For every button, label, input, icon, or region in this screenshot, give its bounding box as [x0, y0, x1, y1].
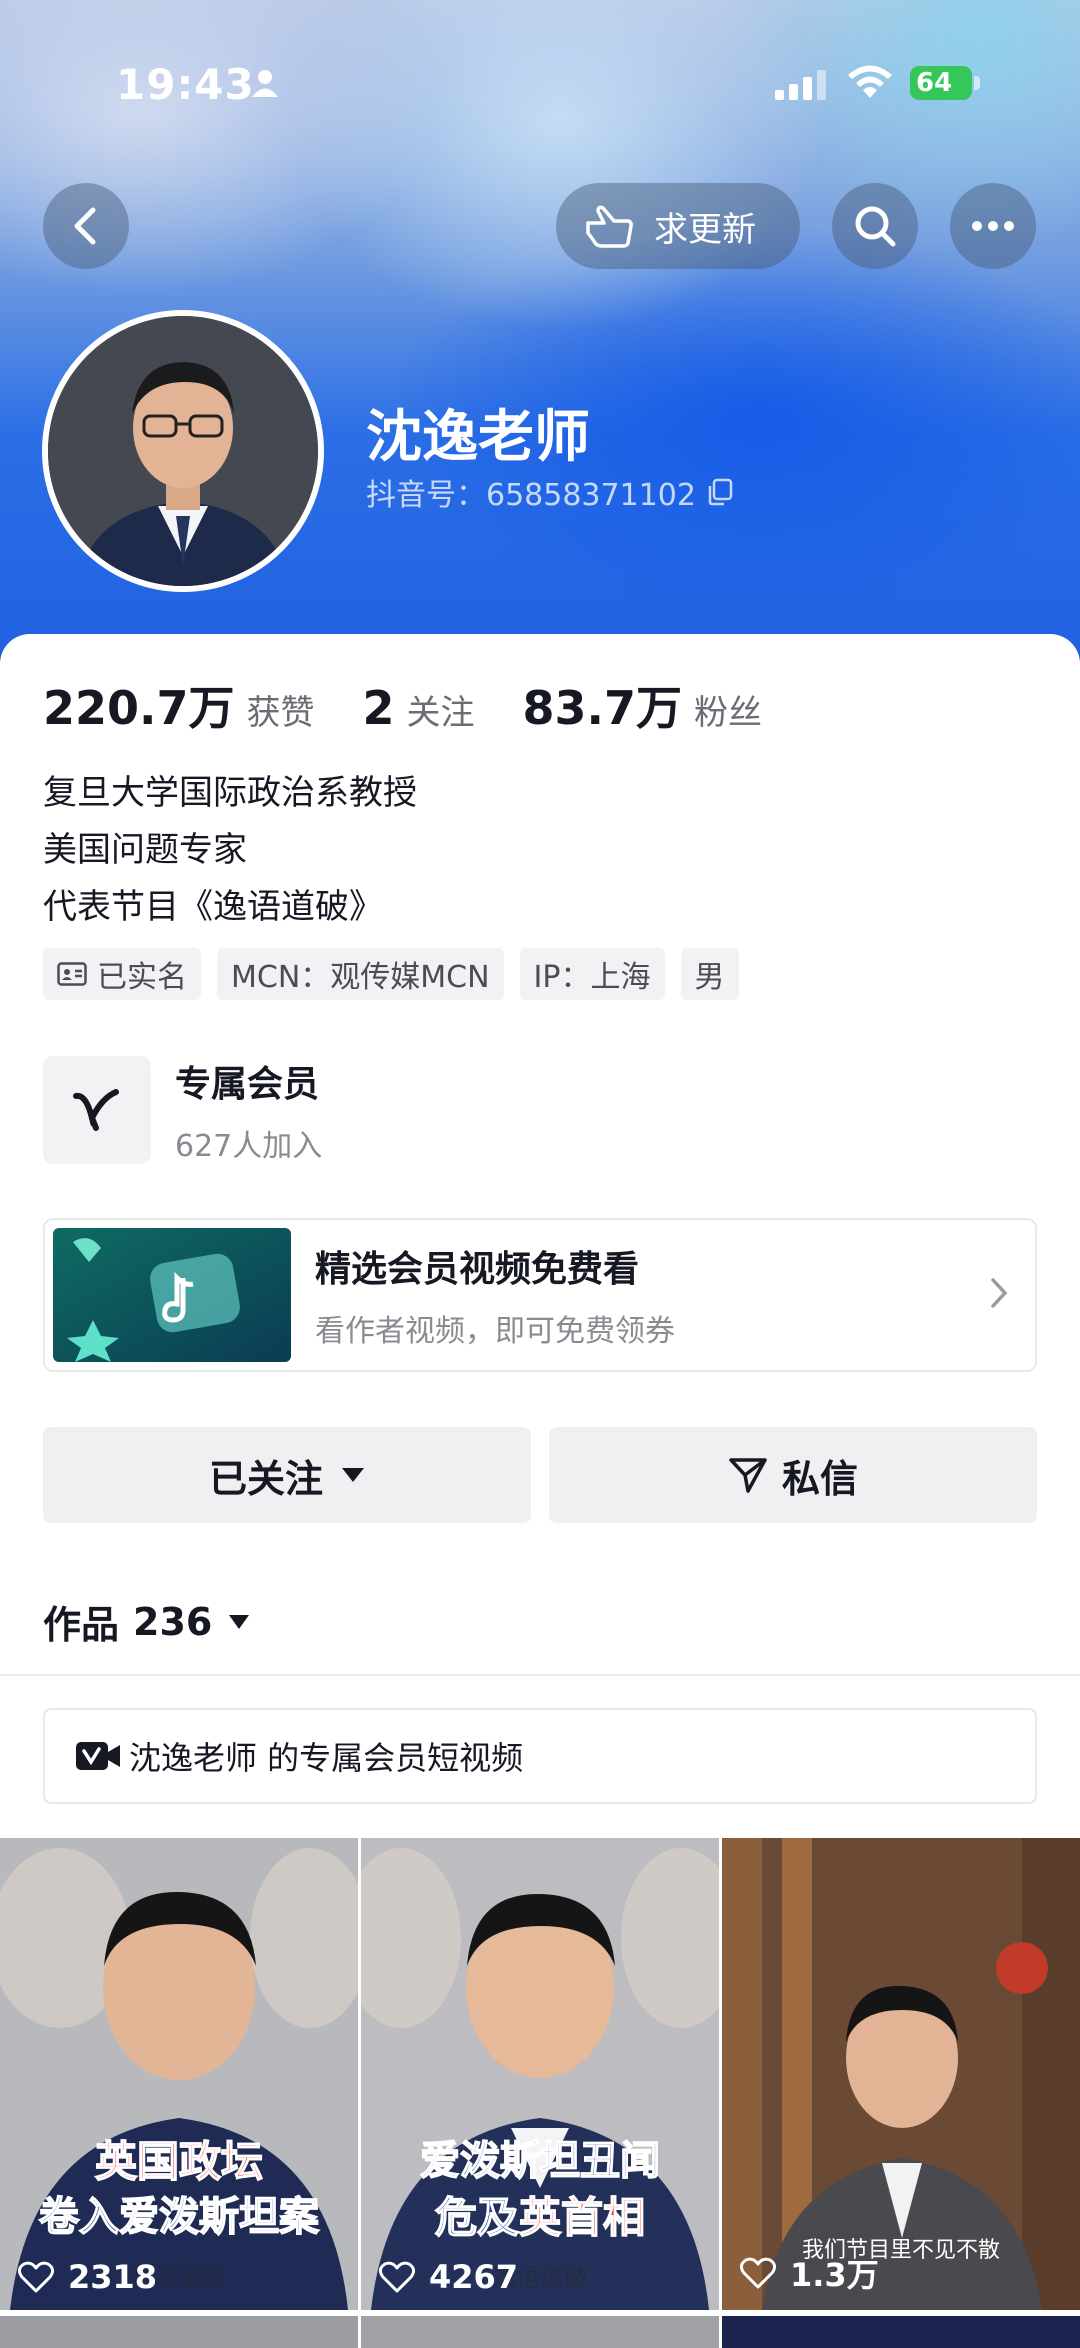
video-grid: 英国政坛 卷入爱泼斯坦案 逸语道破 2318 爱泼斯坦丑闻 危及英首相 逸语道破… [0, 1838, 1080, 2348]
request-update-button[interactable]: 求更新 [556, 183, 800, 269]
video-caption-part: 危及 [434, 2192, 520, 2243]
membership-subtitle: 627人加入 [175, 1129, 323, 1164]
video-caption-line: 爱泼斯坦丑闻 [419, 2137, 661, 2185]
verified-tag-label: 已实名 [97, 960, 187, 995]
video-camera-icon [76, 1742, 120, 1770]
v-logo-icon [73, 1089, 119, 1131]
heart-icon [18, 2261, 54, 2293]
video-thumbnail[interactable]: 英国政坛 卷入爱泼斯坦案 逸语道破 2318 [0, 1838, 358, 2310]
exclusive-membership-entry[interactable]: 专属会员 627人加入 [43, 1055, 322, 1165]
following-button-label: 已关注 [208, 1456, 323, 1501]
more-dots-icon [972, 221, 1014, 231]
battery-indicator: 64 [910, 66, 972, 100]
works-count: 236 [133, 1599, 213, 1644]
douyin-id-text: 抖音号：65858371102 [366, 478, 696, 513]
video-likes: 4267 [379, 2258, 518, 2296]
membership-title: 专属会员 [175, 1064, 320, 1105]
message-button[interactable]: 私信 [549, 1427, 1037, 1523]
battery-tip [974, 76, 980, 90]
more-button[interactable] [950, 183, 1036, 269]
following-count[interactable]: 2 [363, 681, 395, 735]
video-caption-line: 英国政坛 [94, 2136, 264, 2187]
video-likes-count: 1.3万 [790, 2256, 879, 2294]
section-divider [0, 1674, 1080, 1676]
member-short-video-label: 沈逸老师 的专属会员短视频 [129, 1739, 524, 1777]
promo-image [53, 1228, 291, 1362]
next-row-thumbnail-strip [722, 2316, 1080, 2348]
chevron-right-icon [991, 1278, 1008, 1308]
likes-label: 获赞 [246, 693, 315, 733]
battery-level: 64 [916, 68, 953, 98]
bio-line: 美国问题专家 [43, 830, 247, 870]
profile-tags: 已实名 MCN：观传媒MCN IP：上海 男 [43, 948, 755, 1000]
bio-line: 代表节目《逸语道破》 [43, 887, 383, 927]
video-caption-line: 卷入爱泼斯坦案 [38, 2193, 320, 2241]
promo-artwork [53, 1228, 291, 1362]
next-row-thumbnail-strip [0, 2316, 358, 2348]
video-caption-part: 英首相 [518, 2192, 646, 2243]
gender-tag: 男 [680, 948, 739, 1000]
chevron-left-icon [74, 207, 96, 245]
bio-line: 复旦大学国际政治系教授 [43, 773, 417, 813]
avatar[interactable] [42, 310, 324, 592]
video-caption-line: 危及英首相 [361, 2184, 719, 2245]
search-icon [855, 206, 896, 247]
promo-subtitle: 看作者视频，即可免费领券 [315, 1314, 675, 1349]
works-label: 作品 [43, 1603, 120, 1647]
video-likes: 2318 [18, 2258, 157, 2296]
next-row-thumbnail-strip [361, 2316, 719, 2348]
status-bar: 19:43 64 [0, 58, 1080, 118]
following-label[interactable]: 关注 [407, 685, 475, 734]
douyin-id: 抖音号：65858371102 [366, 470, 734, 514]
profile-bio: 复旦大学国际政治系教授 美国问题专家 代表节目《逸语道破》 [43, 765, 417, 936]
video-likes: 1.3万 [740, 2250, 879, 2296]
person-icon [252, 70, 278, 97]
caret-down-icon [229, 1614, 250, 1629]
profile-name: 沈逸老师 [366, 405, 590, 470]
profile-stats: 220.7万 获赞 2 关注 83.7万 粉丝 [43, 672, 810, 738]
verified-tag[interactable]: 已实名 [43, 948, 201, 1000]
status-time: 19:43 [116, 60, 255, 109]
avatar-portrait [48, 316, 318, 586]
video-thumbnail[interactable]: 爱泼斯坦丑闻 危及英首相 逸语道破 4267 [361, 1838, 719, 2310]
member-video-promo[interactable]: 精选会员视频免费看 看作者视频，即可免费领券 [43, 1218, 1037, 1372]
video-likes-count: 2318 [68, 2258, 158, 2296]
cellular-signal-icon [775, 70, 826, 100]
request-update-label: 求更新 [654, 209, 756, 250]
heart-icon [740, 2257, 776, 2289]
membership-logo [43, 1056, 151, 1164]
works-tab[interactable]: 作品 236 [43, 1594, 250, 1649]
following-button[interactable]: 已关注 [43, 1427, 531, 1523]
copy-icon[interactable] [706, 478, 734, 506]
video-thumbnail[interactable]: 我们节目里不见不散 1.3万 [722, 1838, 1080, 2310]
video-likes-count: 4267 [429, 2258, 519, 2296]
ip-location-tag: IP：上海 [519, 948, 665, 1000]
caret-down-icon [342, 1468, 364, 1482]
followers-label[interactable]: 粉丝 [694, 685, 762, 734]
followers-count[interactable]: 83.7万 [523, 672, 683, 738]
wifi-icon [848, 65, 892, 98]
member-short-video-bar[interactable]: 沈逸老师 的专属会员短视频 [43, 1708, 1037, 1804]
message-button-label: 私信 [781, 1456, 858, 1501]
search-button[interactable] [832, 183, 918, 269]
paper-plane-icon [729, 1458, 767, 1493]
id-card-icon [57, 962, 87, 986]
mcn-tag[interactable]: MCN：观传媒MCN [217, 948, 504, 1000]
back-button[interactable] [43, 183, 129, 269]
likes-count: 220.7万 [43, 681, 235, 735]
heart-icon [379, 2261, 415, 2293]
promo-title: 精选会员视频免费看 [315, 1249, 640, 1290]
pointing-hand-icon [586, 205, 633, 248]
